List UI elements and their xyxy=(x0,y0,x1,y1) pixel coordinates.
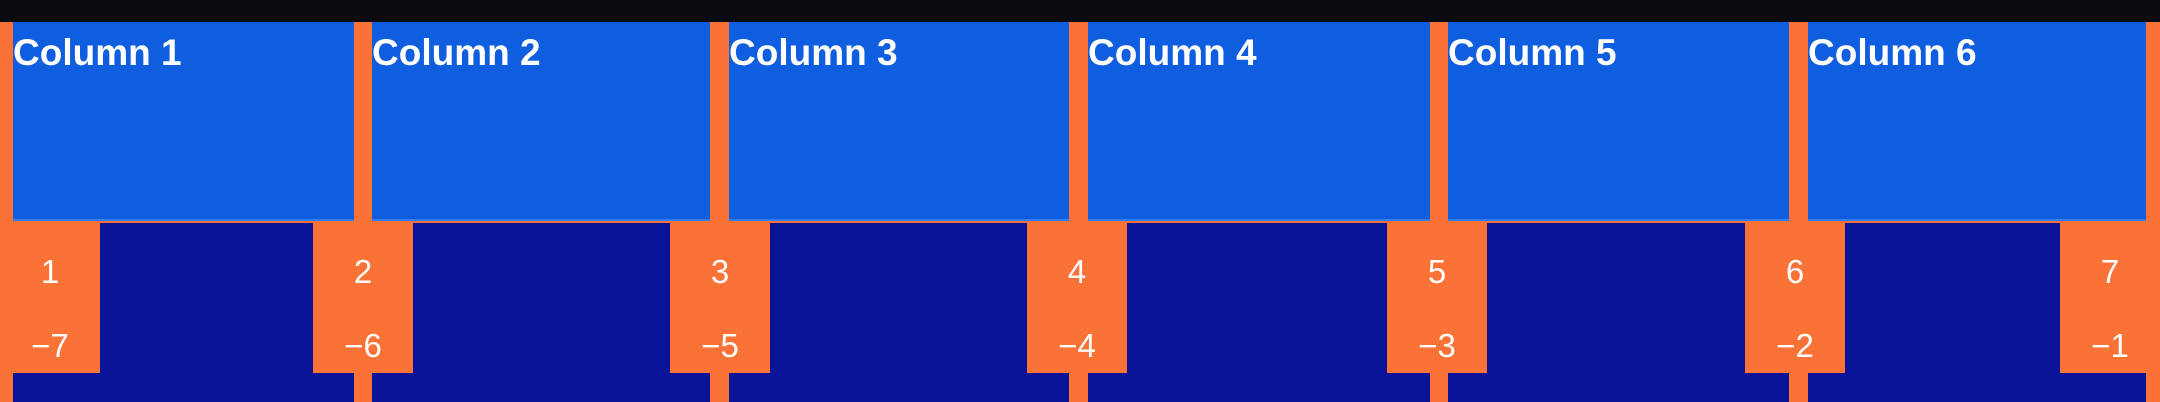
grid-line-number: 4 xyxy=(1067,253,1087,290)
grid-line-number: 3 xyxy=(710,253,730,290)
column-header-1: Column 1 xyxy=(13,22,354,221)
grid-line-negative-number: −4 xyxy=(1058,327,1096,364)
grid-line-number: 6 xyxy=(1785,253,1805,290)
grid-line-negative-number: −3 xyxy=(1418,327,1456,364)
column-body-4 xyxy=(1088,223,1430,402)
grid-line-marker-7: 7 −1 xyxy=(2060,223,2160,373)
column-label: Column 4 xyxy=(1088,32,1257,73)
column-label: Column 3 xyxy=(729,32,898,73)
grid-diagram: Column 1 Column 2 Column 3 Column 4 Colu… xyxy=(0,0,2160,402)
column-header-5: Column 5 xyxy=(1448,22,1789,221)
grid-line-negative-number: −5 xyxy=(701,327,739,364)
column-header-4: Column 4 xyxy=(1088,22,1430,221)
column-body-5 xyxy=(1448,223,1789,402)
grid-line-negative-number: −7 xyxy=(31,327,69,364)
grid-line-negative-number: −2 xyxy=(1776,327,1814,364)
column-header-2: Column 2 xyxy=(372,22,710,221)
grid-line-marker-1: 1 −7 xyxy=(0,223,100,373)
grid-line-negative-number: −6 xyxy=(344,327,382,364)
grid-line-number: 5 xyxy=(1427,253,1447,290)
grid-line-marker-6: 6 −2 xyxy=(1745,223,1845,373)
column-label: Column 2 xyxy=(372,32,541,73)
grid-line-marker-2: 2 −6 xyxy=(313,223,413,373)
column-header-6: Column 6 xyxy=(1808,22,2146,221)
grid-line-negative-number: −1 xyxy=(2091,327,2129,364)
grid-line-marker-3: 3 −5 xyxy=(670,223,770,373)
column-label: Column 6 xyxy=(1808,32,1977,73)
column-label: Column 1 xyxy=(13,32,182,73)
column-body-3 xyxy=(729,223,1069,402)
grid-line-marker-5: 5 −3 xyxy=(1387,223,1487,373)
grid-line-marker-4: 4 −4 xyxy=(1027,223,1127,373)
column-label: Column 5 xyxy=(1448,32,1617,73)
grid-line-number: 1 xyxy=(40,253,60,290)
grid-line-number: 2 xyxy=(353,253,373,290)
grid-line-number: 7 xyxy=(2100,253,2120,290)
column-body-2 xyxy=(372,223,710,402)
column-header-3: Column 3 xyxy=(729,22,1069,221)
